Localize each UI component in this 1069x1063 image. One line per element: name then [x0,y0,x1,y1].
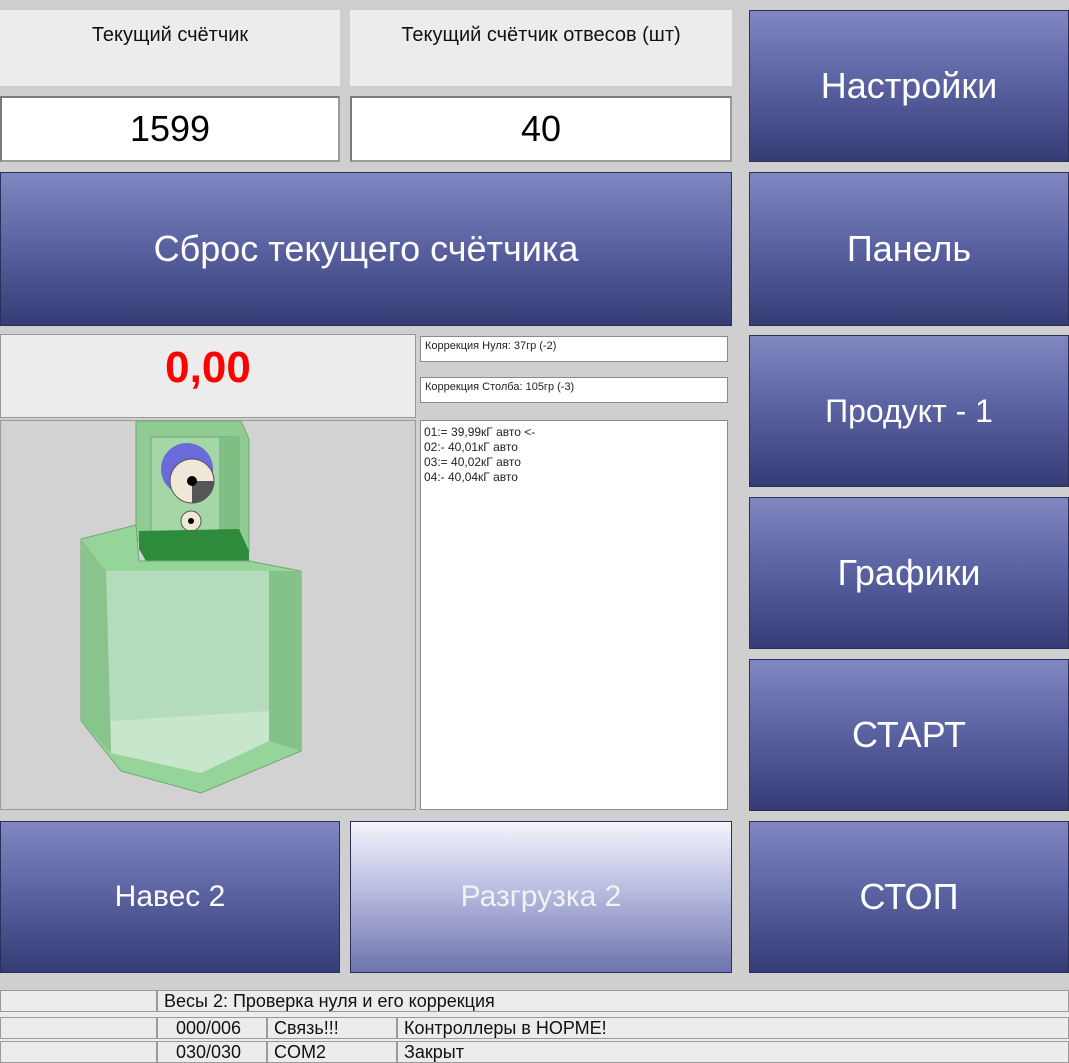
stop-button[interactable]: СТОП [749,821,1069,973]
unload-button[interactable]: Разгрузка 2 [350,821,732,973]
weigher-machine-image [80,420,302,794]
status-empty-cell [0,1017,157,1039]
start-button[interactable]: СТАРТ [749,659,1069,811]
status-empty-cell [0,1041,157,1063]
log-line: 02:- 40,01кГ авто [424,440,518,454]
product-button[interactable]: Продукт - 1 [749,335,1069,487]
log-line: 04:- 40,04кГ авто [424,470,518,484]
status-message: Весы 2: Проверка нуля и его коррекция [157,990,1069,1012]
hang-button[interactable]: Навес 2 [0,821,340,973]
status-empty-cell [0,990,157,1012]
weighings-counter-value: 40 [350,96,732,162]
log-line: 01:= 39,99кГ авто <- [424,425,536,439]
weight-display-panel: 0,00 [0,334,416,418]
status-counter: 030/030 [157,1041,267,1063]
weigher-illustration [0,420,416,810]
status-counter: 000/006 [157,1017,267,1039]
weighings-counter-label: Текущий счётчик отвесов (шт) [350,10,732,86]
panel-button[interactable]: Панель [749,172,1069,326]
column-correction-field: Коррекция Столба: 105гр (-3) [420,377,728,403]
weighing-log: 01:= 39,99кГ авто <- 02:- 40,01кГ авто 0… [420,420,728,810]
status-info: Контроллеры в НОРМЕ! [397,1017,1069,1039]
status-port-info: Закрыт [397,1041,1069,1063]
zero-correction-field: Коррекция Нуля: 37гр (-2) [420,336,728,362]
status-connection: Связь!!! [267,1017,397,1039]
graphs-button[interactable]: Графики [749,497,1069,649]
weight-display: 0,00 [165,343,251,392]
reset-counter-button[interactable]: Сброс текущего счётчика [0,172,732,326]
status-port: COM2 [267,1041,397,1063]
settings-button[interactable]: Настройки [749,10,1069,162]
current-counter-label: Текущий счётчик [0,10,340,86]
log-line: 03:= 40,02кГ авто [424,455,521,469]
current-counter-value: 1599 [0,96,340,162]
